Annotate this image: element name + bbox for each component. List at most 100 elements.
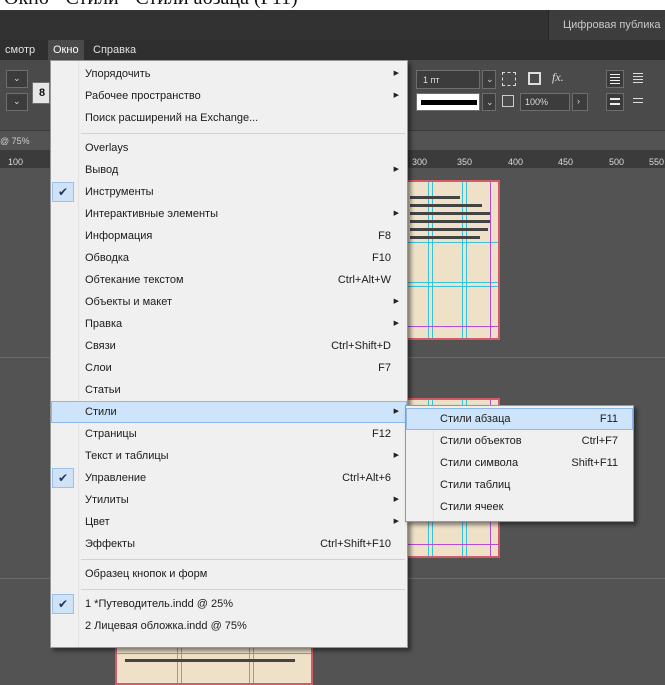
zoom-label: @ 75% xyxy=(0,136,30,146)
checkmark-icon: ✔ xyxy=(52,468,74,488)
menu-item-workspace[interactable]: Рабочее пространство ▶ xyxy=(51,85,407,107)
menu-item-text-wrap[interactable]: Обтекание текстом Ctrl+Alt+W xyxy=(51,269,407,291)
menu-view[interactable]: смотр xyxy=(0,40,40,60)
caption-text: Окно - Стили - Стили абзаца (F11) xyxy=(4,0,298,10)
dropdown-icon[interactable]: ⌄ xyxy=(6,70,28,88)
opacity-field[interactable]: 100% xyxy=(520,93,570,111)
stroke-weight-field[interactable]: 1 пт xyxy=(416,70,480,89)
menu-item-document-1[interactable]: ✔ 1 *Путеводитель.indd @ 25% xyxy=(51,593,407,615)
menu-item-tools[interactable]: ✔ Инструменты xyxy=(51,181,407,203)
menu-item-layers[interactable]: Слои F7 xyxy=(51,357,407,379)
submenu-item-cell-styles[interactable]: Стили ячеек xyxy=(406,496,633,518)
ruler-tick: 350 xyxy=(457,157,473,167)
menu-item-arrange[interactable]: Упорядочить ▶ xyxy=(51,63,407,85)
chevron-down-icon[interactable]: ⌄ xyxy=(482,70,496,89)
menu-item-label: Текст и таблицы xyxy=(85,450,169,462)
document-page[interactable] xyxy=(400,180,500,340)
submenu-arrow-icon: ▶ xyxy=(393,92,399,99)
menu-item-label: Интерактивные элементы xyxy=(85,208,218,220)
menu-item-type-tables[interactable]: Текст и таблицы ▶ xyxy=(51,445,407,467)
menu-item-shortcut: F11 xyxy=(599,413,618,425)
menu-item-label: Правка xyxy=(85,318,123,330)
chevron-down-icon[interactable]: ⌄ xyxy=(482,93,496,111)
menu-item-label: Overlays xyxy=(85,142,129,154)
ruler-tick: 400 xyxy=(508,157,524,167)
menu-item-shortcut: F10 xyxy=(372,252,391,264)
submenu-item-object-styles[interactable]: Стили объектов Ctrl+F7 xyxy=(406,430,633,452)
menu-item-overlays[interactable]: Overlays xyxy=(51,137,407,159)
margin-line xyxy=(490,182,491,338)
align-center-icon[interactable] xyxy=(630,70,648,88)
stroke-frame-icon[interactable] xyxy=(528,72,541,85)
menu-item-output[interactable]: Вывод ▶ xyxy=(51,159,407,181)
dropdown-icon[interactable]: ⌄ xyxy=(6,93,28,111)
styles-submenu: Стили абзаца F11 Стили объектов Ctrl+F7 … xyxy=(405,405,634,522)
submenu-arrow-icon: ▶ xyxy=(393,210,399,217)
submenu-arrow-icon: ▶ xyxy=(393,298,399,305)
menu-item-shortcut: Ctrl+Alt+6 xyxy=(342,472,391,484)
menu-item-shortcut: Ctrl+Shift+F10 xyxy=(320,538,391,550)
guide-line xyxy=(402,242,498,243)
menu-item-control[interactable]: ✔ Управление Ctrl+Alt+6 xyxy=(51,467,407,489)
caption-strip: Окно - Стили - Стили абзаца (F11) xyxy=(0,0,665,10)
stroke-type-field[interactable] xyxy=(416,93,480,111)
menu-bar: смотр Окно Справка xyxy=(0,40,665,60)
submenu-item-paragraph-styles[interactable]: Стили абзаца F11 xyxy=(406,408,633,430)
menu-item-label: 1 *Путеводитель.indd @ 25% xyxy=(85,598,234,610)
menu-item-label: Статьи xyxy=(85,384,121,396)
text-line xyxy=(410,204,482,207)
effects-icon[interactable]: fx. xyxy=(552,70,564,85)
stroke-weight-value: 1 пт xyxy=(423,75,440,85)
workspace-switcher[interactable]: Цифровая публика xyxy=(548,10,665,40)
menu-item-stroke[interactable]: Обводка F10 xyxy=(51,247,407,269)
menu-item-edit[interactable]: Правка ▶ xyxy=(51,313,407,335)
align-bottom-icon[interactable] xyxy=(630,93,648,111)
menu-item-shortcut: Ctrl+Shift+D xyxy=(331,340,391,352)
menu-item-styles[interactable]: Стили ▶ xyxy=(51,401,407,423)
menu-item-label: Утилиты xyxy=(85,494,129,506)
submenu-arrow-icon: ▶ xyxy=(393,70,399,77)
menu-item-interactive[interactable]: Интерактивные элементы ▶ xyxy=(51,203,407,225)
menu-item-object-layout[interactable]: Объекты и макет ▶ xyxy=(51,291,407,313)
title-bar: Цифровая публика xyxy=(0,10,665,40)
menu-item-label: Образец кнопок и форм xyxy=(85,568,208,580)
menu-item-articles[interactable]: Статьи xyxy=(51,379,407,401)
distribute-icon[interactable] xyxy=(606,93,624,111)
menu-separator xyxy=(81,133,405,134)
menu-item-label: Слои xyxy=(85,362,112,374)
menu-item-shortcut: F8 xyxy=(378,230,391,242)
menu-item-links[interactable]: Связи Ctrl+Shift+D xyxy=(51,335,407,357)
fill-frame-icon[interactable] xyxy=(502,72,516,86)
menu-item-find-exchange[interactable]: Поиск расширений на Exchange... xyxy=(51,107,407,129)
document-page[interactable] xyxy=(115,645,313,685)
menu-item-label: Страницы xyxy=(85,428,137,440)
menu-item-buttons-forms[interactable]: Образец кнопок и форм xyxy=(51,563,407,585)
menu-item-pages[interactable]: Страницы F12 xyxy=(51,423,407,445)
submenu-item-table-styles[interactable]: Стили таблиц xyxy=(406,474,633,496)
submenu-arrow-icon: ▶ xyxy=(393,496,399,503)
text-line xyxy=(410,236,480,239)
submenu-item-character-styles[interactable]: Стили символа Shift+F11 xyxy=(406,452,633,474)
menu-item-document-2[interactable]: 2 Лицевая обложка.indd @ 75% xyxy=(51,615,407,637)
margin-line xyxy=(402,326,498,327)
submenu-arrow-icon: ▶ xyxy=(393,452,399,459)
menu-item-label: Стили символа xyxy=(440,457,519,469)
menu-item-label: Стили xyxy=(85,406,117,418)
menu-help[interactable]: Справка xyxy=(88,40,141,60)
menu-item-label: Рабочее пространство xyxy=(85,90,201,102)
menu-item-info[interactable]: Информация F8 xyxy=(51,225,407,247)
menu-item-label: Управление xyxy=(85,472,147,484)
checkmark-icon: ✔ xyxy=(52,594,74,614)
chevron-right-icon[interactable]: › xyxy=(572,93,588,111)
menu-item-shortcut: Ctrl+Alt+W xyxy=(337,274,391,286)
align-left-icon[interactable] xyxy=(606,70,624,88)
menu-item-label: Эффекты xyxy=(85,538,136,550)
menu-item-color[interactable]: Цвет ▶ xyxy=(51,511,407,533)
menu-item-utilities[interactable]: Утилиты ▶ xyxy=(51,489,407,511)
menu-window[interactable]: Окно xyxy=(48,40,84,60)
text-line xyxy=(410,228,488,231)
submenu-arrow-icon: ▶ xyxy=(393,320,399,327)
menu-item-effects[interactable]: Эффекты Ctrl+Shift+F10 xyxy=(51,533,407,555)
link-icon[interactable]: 8 xyxy=(32,82,50,104)
menu-separator xyxy=(81,559,405,560)
